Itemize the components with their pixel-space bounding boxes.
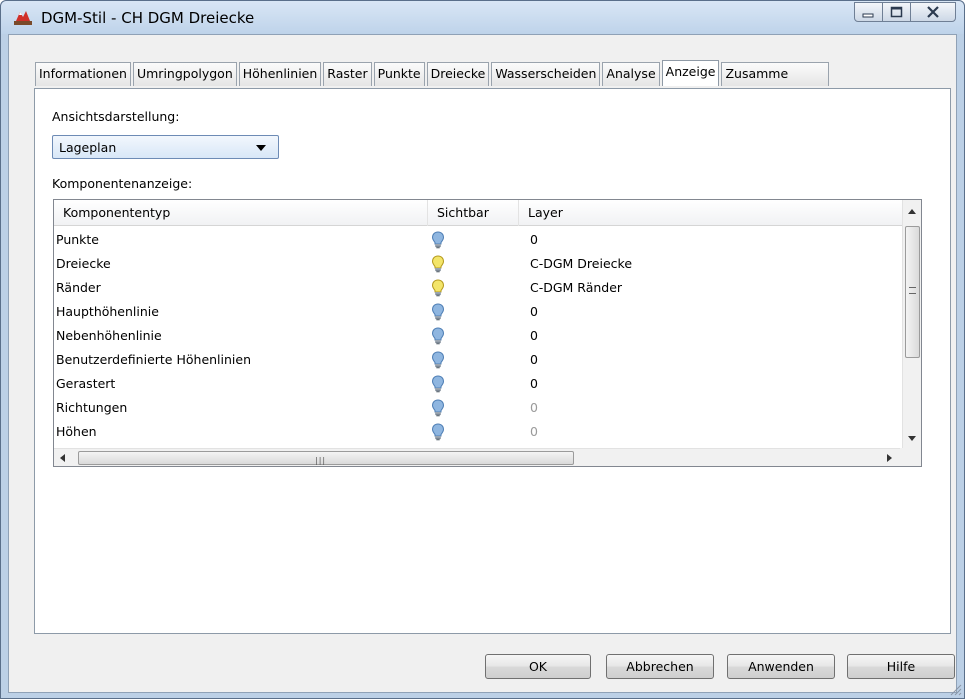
chevron-down-icon (256, 145, 266, 151)
table-body: Punkte 0 Dreiecke C-DGM Dreiecke Ränder C-DGM… (54, 228, 921, 444)
app-logo-icon (14, 11, 32, 25)
lightbulb-on-icon[interactable] (431, 255, 445, 273)
table-row[interactable]: Höhen 0 (54, 420, 921, 444)
component-layer[interactable]: C-DGM Dreiecke (530, 256, 632, 271)
table-row[interactable]: Richtungen 0 (54, 396, 921, 420)
table-row[interactable]: Benutzerdefinierte Höhenlinien 0 (54, 348, 921, 372)
component-type: Punkte (56, 232, 99, 247)
tab-umringpolygon[interactable]: Umringpolygon (132, 62, 237, 86)
view-style-dropdown[interactable]: Lageplan (52, 135, 279, 159)
tab-dreiecke[interactable]: Dreiecke (426, 62, 490, 86)
lightbulb-off-icon[interactable] (431, 423, 445, 441)
window-title: DGM-Stil - CH DGM Dreiecke (41, 9, 255, 27)
table-row[interactable]: Ränder C-DGM Ränder (54, 276, 921, 300)
scroll-left-icon[interactable] (60, 454, 65, 462)
lightbulb-off-icon[interactable] (431, 327, 445, 345)
maximize-button[interactable] (882, 2, 911, 22)
component-layer[interactable]: 0 (530, 352, 538, 367)
component-type: Haupthöhenlinie (56, 304, 159, 319)
close-button[interactable] (910, 2, 956, 22)
grip-icon (909, 287, 916, 294)
tab-raster[interactable]: Raster (323, 62, 372, 86)
title-bar[interactable]: DGM-Stil - CH DGM Dreiecke (1, 1, 964, 34)
lightbulb-off-icon[interactable] (431, 351, 445, 369)
table-row[interactable]: Gerastert 0 (54, 372, 921, 396)
minimize-icon (862, 13, 874, 18)
view-label: Ansichtsdarstellung: (52, 109, 180, 124)
tab-panel-anzeige: Ansichtsdarstellung: Lageplan Komponente… (34, 88, 951, 634)
tab-wasserscheiden[interactable]: Wasserscheiden (491, 62, 601, 86)
component-type: Richtungen (56, 400, 128, 415)
table-row[interactable]: Dreiecke C-DGM Dreiecke (54, 252, 921, 276)
component-layer[interactable]: 0 (530, 232, 538, 247)
tab-strip: Informationen Umringpolygon Höhenlinien … (35, 60, 831, 86)
component-type: Benutzerdefinierte Höhenlinien (56, 352, 252, 367)
component-type: Dreiecke (56, 256, 111, 271)
apply-button[interactable]: Anwenden (727, 654, 835, 679)
lightbulb-off-icon[interactable] (431, 231, 445, 249)
maximize-icon (890, 6, 903, 18)
table-header: Komponententyp Sichtbar Layer (54, 200, 902, 226)
component-type: Nebenhöhenlinie (56, 328, 162, 343)
table-row[interactable]: Punkte 0 (54, 228, 921, 252)
component-table: Komponententyp Sichtbar Layer Punkte 0 Dre… (53, 199, 922, 467)
grip-icon: ||| (315, 456, 327, 465)
scrollbar-corner (900, 448, 921, 466)
scroll-up-icon[interactable] (908, 209, 916, 214)
component-type: Gerastert (56, 376, 116, 391)
tab-informationen[interactable]: Informationen (35, 62, 131, 86)
tab-zusammenfassung[interactable]: Zusamme (721, 62, 830, 86)
scroll-right-icon[interactable] (887, 454, 892, 462)
component-layer[interactable]: 0 (530, 400, 538, 415)
window-controls (854, 2, 956, 22)
lightbulb-off-icon[interactable] (431, 399, 445, 417)
table-row[interactable]: Haupthöhenlinie 0 (54, 300, 921, 324)
minimize-button[interactable] (854, 2, 883, 22)
component-type: Höhen (56, 424, 97, 439)
horizontal-scrollbar[interactable]: ||| (54, 448, 902, 466)
tab-analyse[interactable]: Analyse (602, 62, 660, 86)
resize-grip-icon[interactable] (948, 682, 962, 696)
help-button[interactable]: Hilfe (847, 654, 955, 679)
ok-button[interactable]: OK (485, 654, 591, 679)
horizontal-scroll-thumb[interactable]: ||| (78, 451, 574, 465)
component-type: Ränder (56, 280, 101, 295)
column-header-type[interactable]: Komponententyp (54, 200, 428, 226)
lightbulb-off-icon[interactable] (431, 303, 445, 321)
column-header-layer[interactable]: Layer (519, 200, 902, 226)
tab-anzeige[interactable]: Anzeige (661, 60, 720, 86)
tab-punkte[interactable]: Punkte (373, 62, 425, 86)
component-layer[interactable]: 0 (530, 376, 538, 391)
scroll-down-icon[interactable] (908, 436, 916, 441)
component-layer[interactable]: 0 (530, 328, 538, 343)
table-row[interactable]: Nebenhöhenlinie 0 (54, 324, 921, 348)
component-layer[interactable]: C-DGM Ränder (530, 280, 622, 295)
vertical-scroll-thumb[interactable] (905, 226, 920, 358)
dialog-window: DGM-Stil - CH DGM Dreiecke Informationen… (0, 0, 965, 699)
component-layer[interactable]: 0 (530, 304, 538, 319)
cancel-button[interactable]: Abbrechen (606, 654, 714, 679)
tab-hoehenlinien[interactable]: Höhenlinien (238, 62, 322, 86)
vertical-scrollbar[interactable] (902, 200, 921, 450)
component-layer[interactable]: 0 (530, 424, 538, 439)
lightbulb-on-icon[interactable] (431, 279, 445, 297)
view-style-value: Lageplan (59, 140, 117, 155)
column-header-visible[interactable]: Sichtbar (428, 200, 519, 226)
close-icon (927, 6, 939, 18)
components-label: Komponentenanzeige: (52, 176, 193, 191)
lightbulb-off-icon[interactable] (431, 375, 445, 393)
